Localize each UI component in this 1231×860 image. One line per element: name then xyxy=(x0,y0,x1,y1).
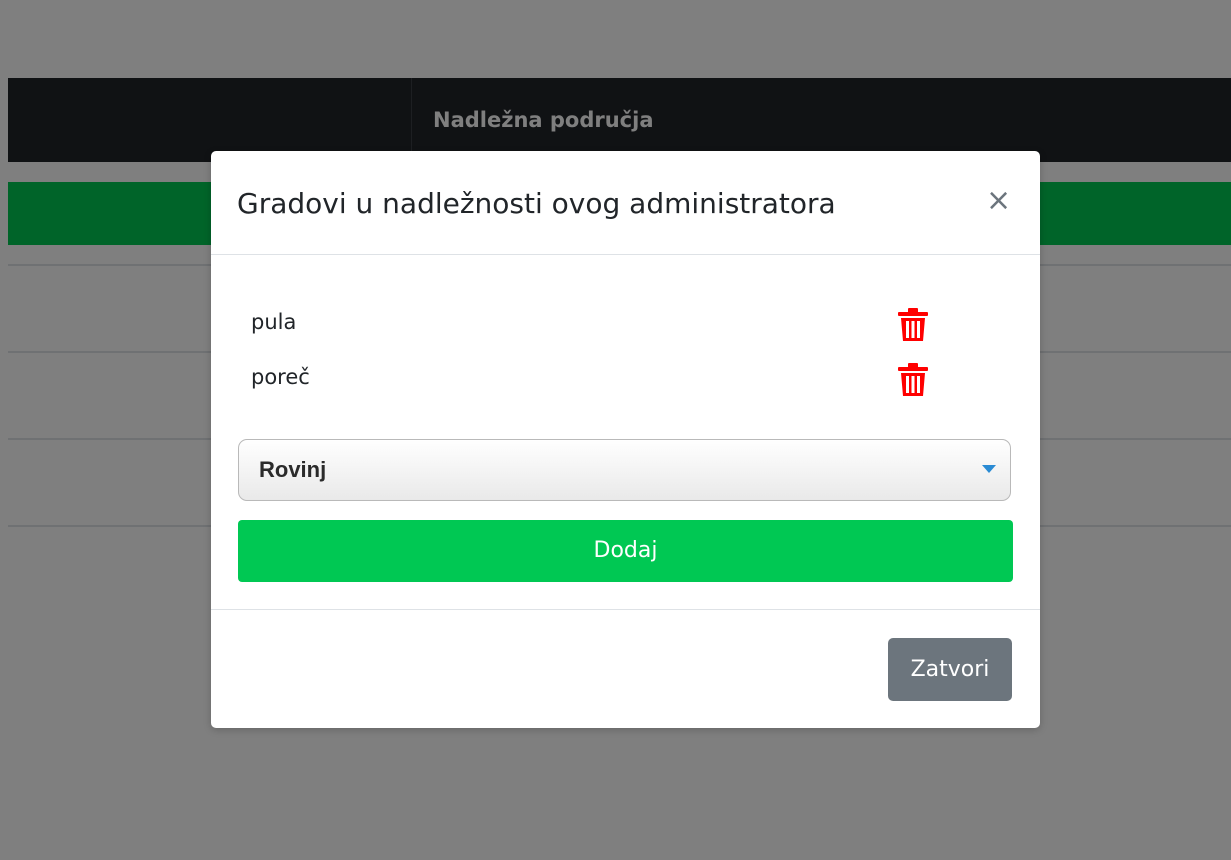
close-icon[interactable]: × xyxy=(986,186,1011,216)
page: Nadležna područja Gradovi u nadležnosti … xyxy=(0,0,1231,860)
trash-icon[interactable] xyxy=(896,307,930,343)
modal-footer: Zatvori xyxy=(211,609,1040,729)
add-button[interactable]: Dodaj xyxy=(238,520,1013,582)
caret-down-icon xyxy=(982,465,996,473)
modal-header: Gradovi u nadležnosti ovog administrator… xyxy=(211,151,1040,255)
select-value: Rovinj xyxy=(259,457,327,482)
city-select[interactable]: Rovinj xyxy=(238,439,1011,501)
city-name: poreč xyxy=(251,365,310,389)
cities-modal: Gradovi u nadležnosti ovog administrator… xyxy=(211,151,1040,728)
list-item: poreč xyxy=(251,362,951,396)
trash-icon[interactable] xyxy=(896,362,930,398)
modal-title: Gradovi u nadležnosti ovog administrator… xyxy=(237,187,836,220)
close-button[interactable]: Zatvori xyxy=(888,638,1012,701)
list-item: pula xyxy=(251,307,951,341)
city-name: pula xyxy=(251,310,297,334)
